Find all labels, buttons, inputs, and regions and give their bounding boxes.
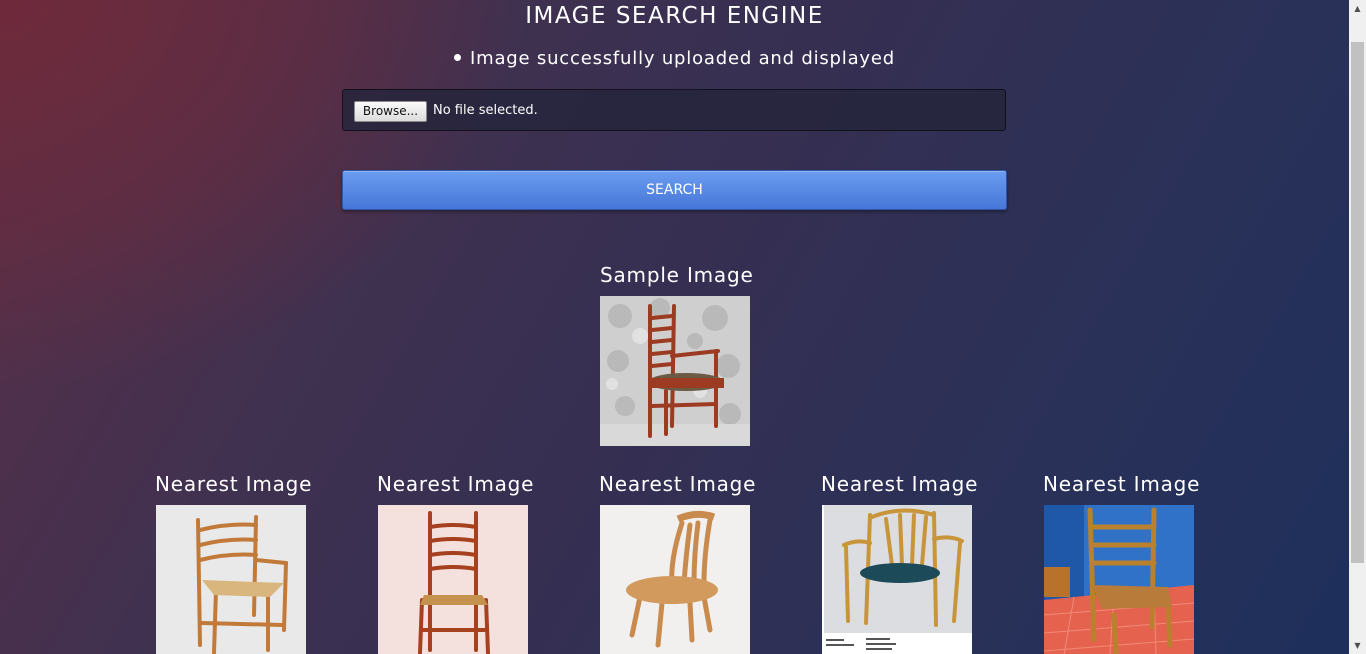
result-image-3 [600, 505, 750, 654]
page: IMAGE SEARCH ENGINE Image successfully u… [0, 0, 1349, 654]
status-message: Image successfully uploaded and displaye… [0, 48, 1349, 69]
result-label: Nearest Image [599, 472, 757, 496]
result-image-1 [156, 505, 306, 654]
result-image-2 [378, 505, 528, 654]
result-label: Nearest Image [1043, 472, 1201, 496]
result-image-5 [1044, 505, 1194, 654]
sample-image-label: Sample Image [600, 263, 754, 287]
status-text: Image successfully uploaded and displaye… [470, 48, 895, 69]
scrollbar-thumb[interactable] [1351, 42, 1364, 563]
bullet-icon [454, 53, 462, 61]
result-image-4 [822, 505, 972, 654]
result-label: Nearest Image [377, 472, 535, 496]
scroll-down-arrow-icon[interactable]: ▼ [1349, 637, 1366, 654]
search-button[interactable]: SEARCH [342, 170, 1007, 210]
browse-button[interactable]: Browse... [354, 101, 427, 122]
file-input[interactable]: Browse... No file selected. [342, 89, 1006, 131]
page-title: IMAGE SEARCH ENGINE [525, 3, 824, 29]
result-label: Nearest Image [821, 472, 979, 496]
scroll-up-arrow-icon[interactable]: ▲ [1349, 0, 1366, 17]
result-label: Nearest Image [155, 472, 313, 496]
file-status-text: No file selected. [433, 103, 538, 118]
sample-image [600, 296, 750, 446]
vertical-scrollbar[interactable]: ▲ ▼ [1349, 0, 1366, 654]
